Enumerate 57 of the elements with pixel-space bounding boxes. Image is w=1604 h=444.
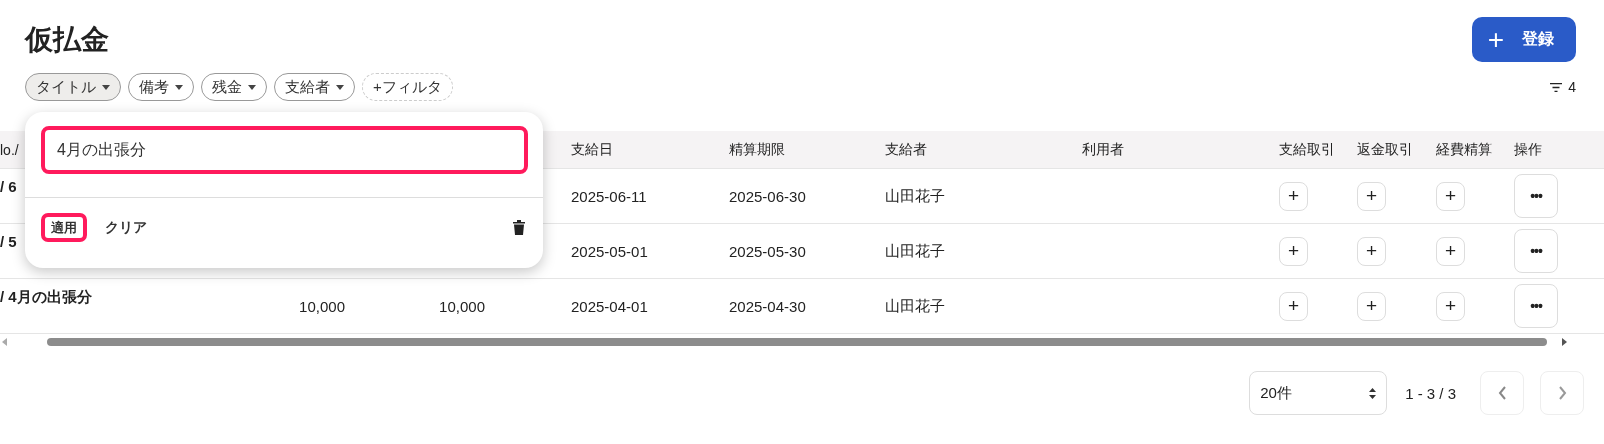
column-header: lo./ <box>0 141 19 158</box>
filter-chip[interactable]: 支給者 <box>274 73 355 101</box>
row-title: / 6 <box>0 178 17 195</box>
table-cell: 10,000 <box>299 297 345 315</box>
add-button[interactable]: + <box>1279 181 1308 211</box>
more-button[interactable]: ••• <box>1514 174 1558 218</box>
column-header: 経費精算 <box>1436 140 1492 157</box>
more-button[interactable]: ••• <box>1514 229 1558 273</box>
add-button[interactable]: + <box>1357 291 1386 321</box>
column-header: 支給者 <box>885 140 927 157</box>
caret-icon <box>336 84 344 90</box>
caret-icon <box>248 84 256 90</box>
row-title: / 5 <box>0 233 17 250</box>
add-button[interactable]: + <box>1279 291 1308 321</box>
register-button[interactable]: + 登録 <box>1471 17 1576 62</box>
add-filter-button[interactable]: +フィルタ <box>362 73 453 101</box>
table-cell: 2025-05-01 <box>571 242 648 260</box>
chevron-left-icon <box>1497 386 1507 400</box>
column-header: 利用者 <box>1082 140 1124 157</box>
table-cell: 山田花子 <box>885 296 945 314</box>
page-range: 1 - 3 / 3 <box>1405 384 1456 402</box>
column-header: 精算期限 <box>729 140 785 157</box>
caret-icon <box>175 84 183 90</box>
filter-icon[interactable] <box>1550 82 1563 92</box>
filter-chip[interactable]: 残金 <box>201 73 267 101</box>
filter-count: 4 <box>1568 79 1576 95</box>
add-button[interactable]: + <box>1436 291 1465 321</box>
add-button[interactable]: + <box>1436 236 1465 266</box>
table-cell: 2025-04-01 <box>571 297 648 315</box>
filter-chip[interactable]: タイトル <box>25 73 121 101</box>
add-button[interactable]: + <box>1279 236 1308 266</box>
table-cell: 2025-06-30 <box>729 187 806 205</box>
table-cell: 山田花子 <box>885 241 945 259</box>
clear-button[interactable]: クリア <box>99 217 153 238</box>
add-button[interactable]: + <box>1357 236 1386 266</box>
trash-icon[interactable] <box>513 220 525 235</box>
column-header: 支給日 <box>571 140 613 157</box>
filter-chip[interactable]: 備考 <box>128 73 194 101</box>
title-filter-input[interactable]: 4月の出張分 <box>41 126 528 174</box>
table-cell: 10,000 <box>439 297 485 315</box>
table-cell: 2025-06-11 <box>571 187 647 205</box>
sort-arrows-icon <box>1369 387 1377 399</box>
column-header: 返金取引 <box>1357 140 1413 157</box>
chevron-right-icon <box>1557 386 1567 400</box>
column-header: 操作 <box>1514 140 1542 157</box>
page-title: 仮払金 <box>25 22 109 57</box>
add-button[interactable]: + <box>1357 181 1386 211</box>
apply-button[interactable]: 適用 <box>41 213 87 242</box>
add-button[interactable]: + <box>1436 181 1465 211</box>
table-cell: 2025-05-30 <box>729 242 806 260</box>
row-title: / 4月の出張分 <box>0 288 92 305</box>
column-header: 支給取引 <box>1279 140 1335 157</box>
more-button[interactable]: ••• <box>1514 284 1558 328</box>
page-size-select[interactable]: 20件 <box>1249 371 1388 415</box>
caret-icon <box>102 84 110 90</box>
table-cell: 山田花子 <box>885 186 945 204</box>
table-cell: 2025-04-30 <box>729 297 806 315</box>
